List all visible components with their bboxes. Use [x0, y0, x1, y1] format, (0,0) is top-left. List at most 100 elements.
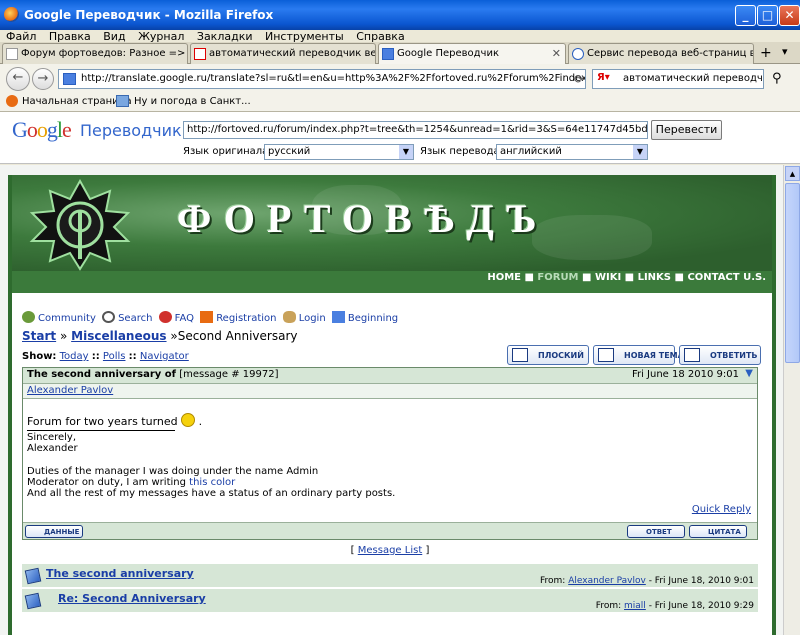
message-author[interactable]: Alexander Pavlov — [27, 385, 113, 396]
thread-date: - Fri June 18, 2010 9:29 — [648, 601, 754, 611]
new-topic-button[interactable]: НОВАЯ ТЕМА — [593, 345, 684, 365]
target-language-select[interactable]: английский ▼ — [496, 144, 648, 160]
community-link[interactable]: Community — [38, 313, 96, 324]
message-list-link[interactable]: Message List — [358, 545, 423, 556]
tab-yandex-search[interactable]: автоматический переводчик веб ... — [190, 43, 376, 64]
tab-translation-service[interactable]: Сервис перевода веб-страниц в п... — [568, 43, 754, 64]
target-language-value: английский — [500, 146, 562, 157]
show-polls[interactable]: Polls — [103, 351, 126, 362]
message-line: Duties of the manager I was doing under … — [27, 466, 319, 477]
minimize-button[interactable]: _ — [735, 5, 756, 26]
thread-title[interactable]: The second anniversary — [46, 567, 194, 580]
scroll-up-icon[interactable]: ▲ — [785, 166, 800, 181]
translate-url-input[interactable]: http://fortoved.ru/forum/index.php?t=tre… — [183, 121, 648, 139]
search-link[interactable]: Search — [118, 313, 152, 324]
new-topic-label: НОВАЯ ТЕМА — [624, 351, 684, 360]
source-language-label: Язык оригинала: — [183, 146, 272, 157]
message-box: The second anniversary of [message # 199… — [22, 367, 758, 540]
new-tab-button[interactable]: + — [760, 45, 772, 61]
message-subject: The second anniversary of — [27, 369, 176, 380]
nav-links[interactable]: LINKS — [638, 272, 671, 283]
quote-button[interactable]: ЦИТАТА — [689, 525, 747, 538]
close-button[interactable]: ✕ — [779, 5, 800, 26]
message-text: Moderator on duty, I am writing — [27, 477, 186, 488]
beginning-link[interactable]: Beginning — [348, 313, 398, 324]
signature-divider — [27, 430, 175, 431]
reply-label: ОТВЕТИТЬ — [710, 351, 758, 360]
breadcrumb-current: Second Anniversary — [177, 329, 298, 343]
banner-texture — [532, 215, 652, 260]
scrollbar-thumb[interactable] — [785, 183, 800, 363]
tab-label: Google Переводчик — [397, 48, 499, 59]
message-text: Forum for two years turned — [27, 415, 178, 428]
thread-author[interactable]: Alexander Pavlov — [568, 576, 646, 586]
flat-view-button[interactable]: ПЛОСКИЙ — [507, 345, 589, 365]
tab-list-button[interactable]: ▾ — [782, 45, 788, 58]
message-list-item[interactable]: The second anniversary From: Alexander P… — [22, 564, 758, 588]
tab-label: Форум фортоведов: Разное => Вт... — [21, 48, 187, 59]
message-list-item[interactable]: Re: Second Anniversary From: miall - Fri… — [22, 589, 758, 613]
breadcrumb-separator: » — [170, 329, 178, 343]
page-icon — [6, 48, 18, 60]
message-footer: ДАННЫЕ ОТВЕТ ЦИТАТА — [23, 522, 757, 539]
breadcrumb-start[interactable]: Start — [22, 329, 56, 343]
flat-view-label: ПЛОСКИЙ — [538, 351, 584, 360]
yandex-icon[interactable]: Я▾ — [597, 72, 610, 83]
firefox-icon — [6, 95, 18, 107]
site-nav: HOME ■ FORUM ■ WIKI ■ LINKS ■ CONTACT U.… — [12, 271, 772, 287]
login-link[interactable]: Login — [299, 313, 326, 324]
breadcrumb-section[interactable]: Miscellaneous — [71, 329, 166, 343]
tab-forum[interactable]: Форум фортоведов: Разное => Вт... — [2, 43, 188, 64]
answer-button[interactable]: ОТВЕТ — [627, 525, 685, 538]
smiley-icon — [181, 413, 196, 427]
reload-icon[interactable]: ⟳ — [574, 72, 584, 86]
window-titlebar: Google Переводчик - Mozilla Firefox _ □ … — [0, 0, 800, 30]
nav-home[interactable]: HOME — [487, 272, 521, 283]
nav-forum[interactable]: FORUM — [537, 272, 578, 283]
thread-author[interactable]: miall — [624, 601, 646, 611]
close-tab-icon[interactable]: ✕ — [552, 47, 561, 60]
show-row: Show: Today :: Polls :: Navigator — [22, 351, 189, 362]
message-icon — [24, 567, 42, 585]
quick-reply-link[interactable]: Quick Reply — [692, 504, 751, 515]
url-bar[interactable]: http://translate.google.ru/translate?sl=… — [58, 69, 586, 89]
translate-button[interactable]: Перевести — [651, 120, 722, 140]
show-label: Show: — [22, 351, 57, 362]
thread-date: - Fri June 18, 2010 9:01 — [648, 576, 754, 586]
fortoved-emblem-icon — [29, 179, 131, 271]
site-title: ФОРТОВѢДЪ — [177, 196, 549, 241]
reply-button[interactable]: ОТВЕТИТЬ — [679, 345, 761, 365]
message-date: Fri June 18 2010 9:01 — [631, 369, 739, 380]
google-icon — [382, 48, 394, 60]
chevron-down-icon: ▼ — [633, 145, 647, 159]
back-button[interactable]: ← — [6, 67, 30, 91]
page-scrollbar[interactable]: ▲ — [783, 165, 800, 635]
show-navigator[interactable]: Navigator — [140, 351, 189, 362]
nav-wiki[interactable]: WIKI — [595, 272, 621, 283]
collapse-arrow-icon[interactable]: ▼ — [745, 368, 753, 379]
source-language-select[interactable]: русский ▼ — [264, 144, 414, 160]
maximize-button[interactable]: □ — [757, 5, 778, 26]
flat-view-icon — [512, 348, 528, 362]
message-line: Moderator on duty, I am writing this col… — [27, 477, 753, 488]
search-bar[interactable]: Я▾ автоматический переводчик — [592, 69, 764, 89]
site-banner: ФОРТОВѢДЪ — [12, 175, 772, 271]
thread-meta: From: Alexander Pavlov - Fri June 18, 20… — [540, 576, 754, 586]
message-text: . — [198, 415, 203, 428]
message-colored-text: this color — [189, 477, 236, 488]
search-icon[interactable]: ⚲ — [772, 71, 782, 86]
message-list-row: [ Message List ] — [22, 545, 758, 556]
forward-button[interactable]: → — [32, 68, 54, 90]
thread-title[interactable]: Re: Second Anniversary — [58, 592, 206, 605]
data-button[interactable]: ДАННЫЕ — [25, 525, 83, 538]
registration-link[interactable]: Registration — [216, 313, 276, 324]
registration-icon — [200, 311, 214, 323]
nav-contact[interactable]: CONTACT U.S. — [687, 272, 766, 283]
tab-google-translate[interactable]: Google Переводчик ✕ — [378, 43, 566, 65]
faq-link[interactable]: FAQ — [175, 313, 194, 324]
bookmark-weather[interactable]: Ну и погода в Санкт... — [134, 96, 251, 107]
show-today[interactable]: Today — [60, 351, 89, 362]
separator: :: — [128, 351, 137, 362]
site-icon — [63, 73, 76, 85]
forum-site: ФОРТОВѢДЪ HOME ■ FORUM ■ WIKI ■ LINKS ■ … — [8, 175, 776, 635]
